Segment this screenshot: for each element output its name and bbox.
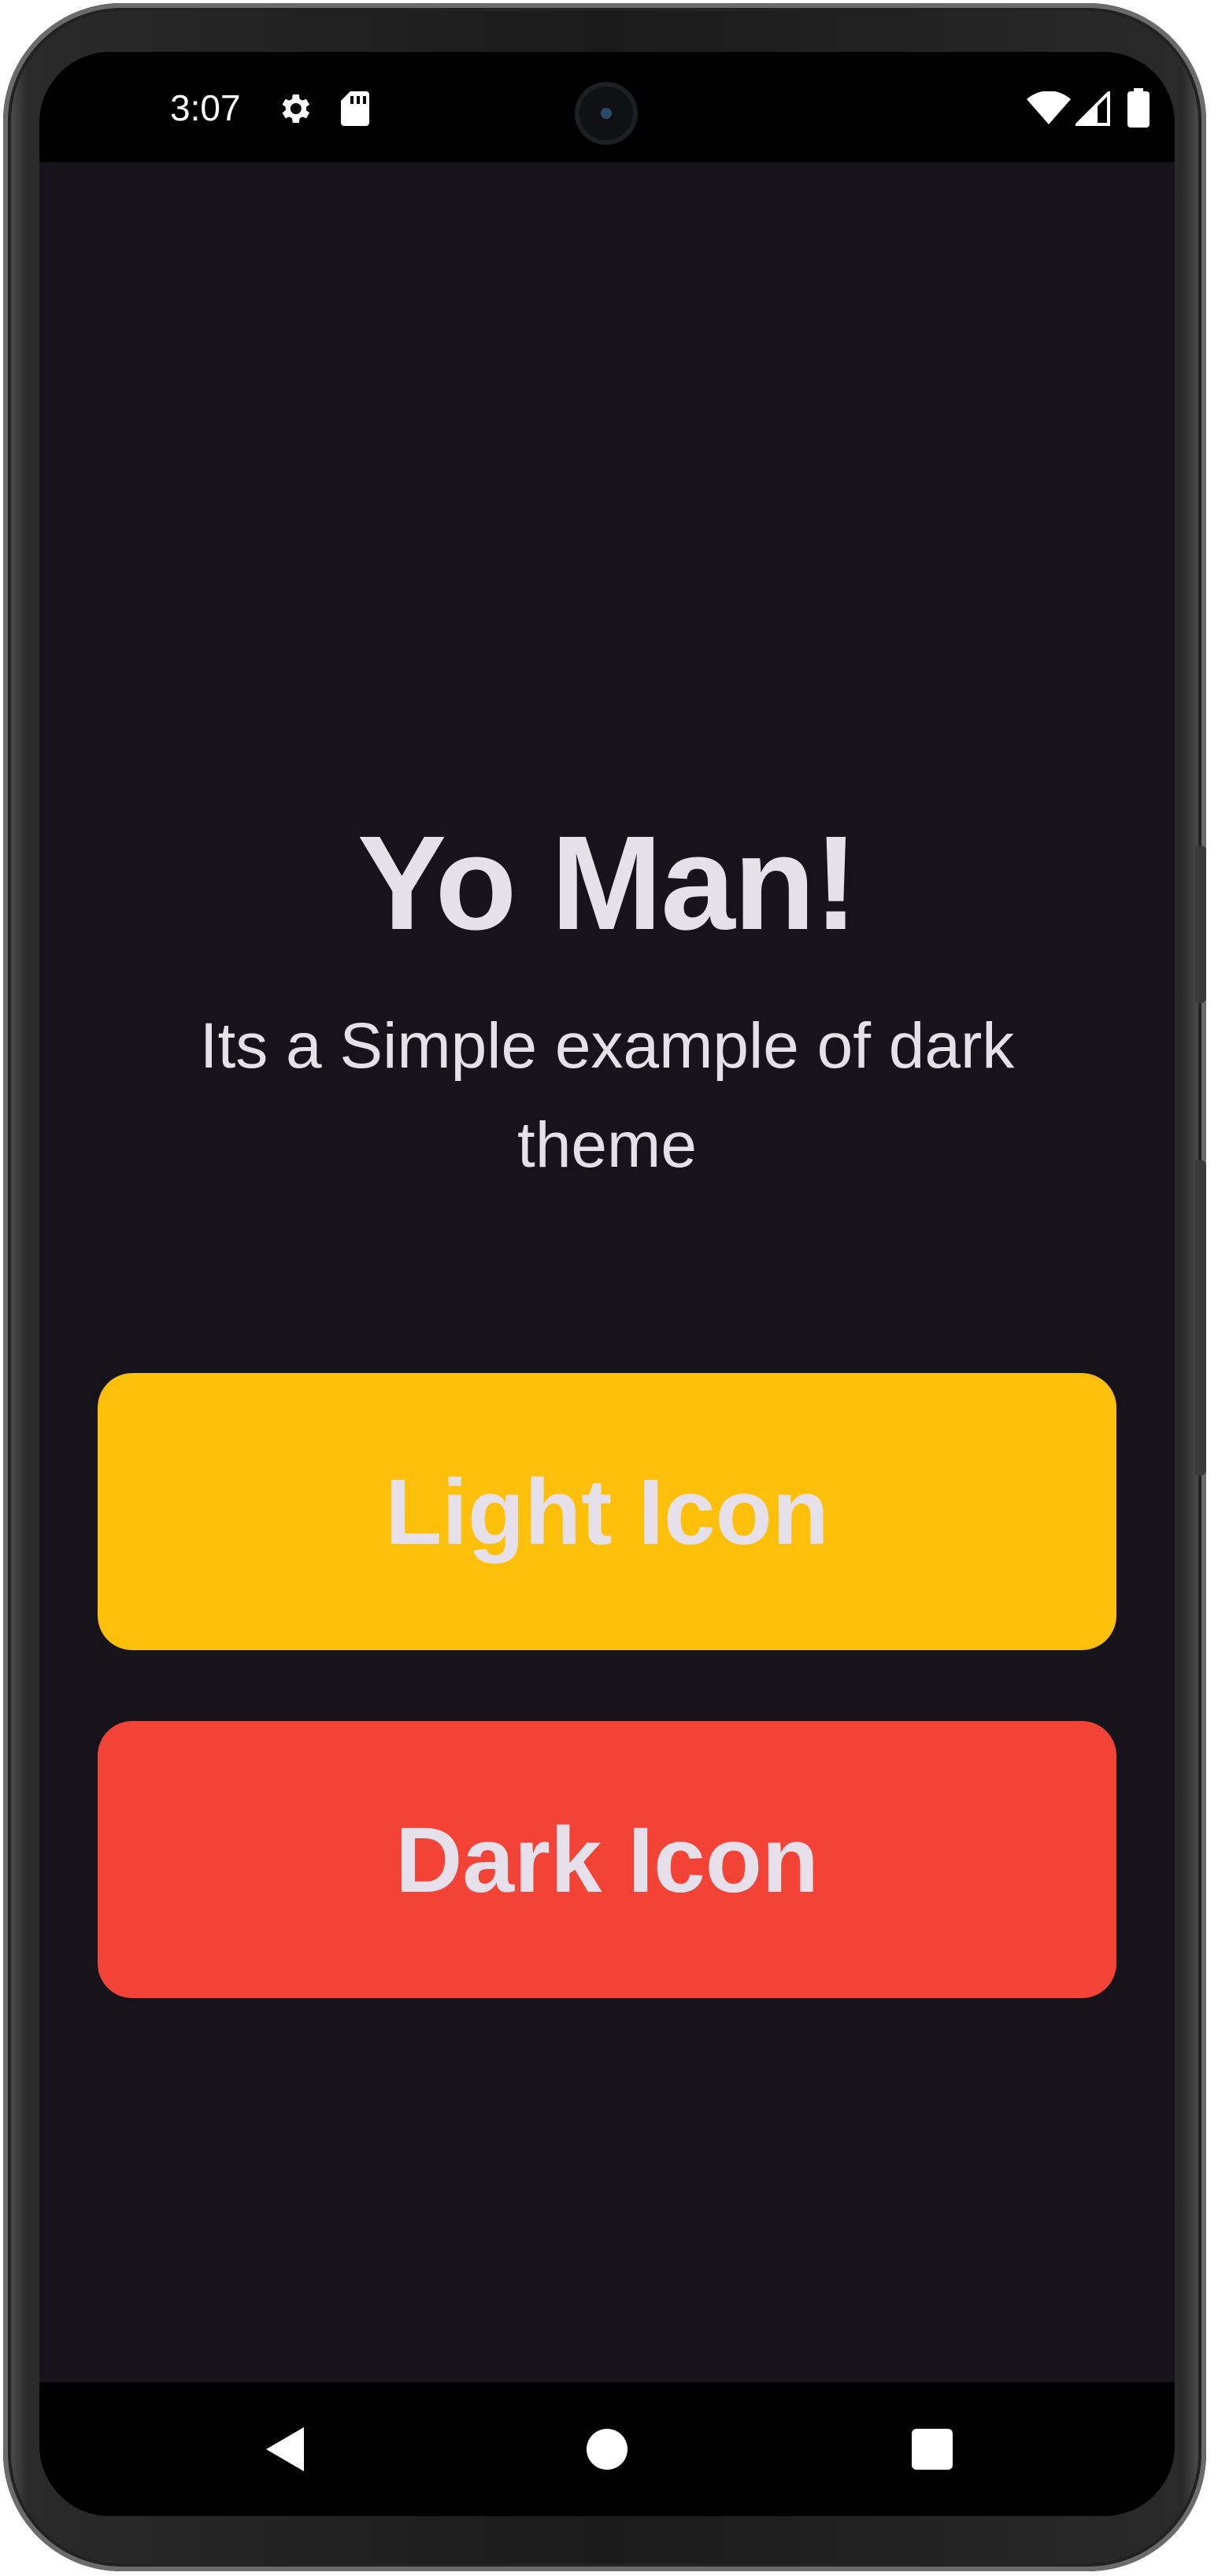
volume-button [1195,846,1206,1003]
wifi-icon [1027,91,1071,130]
navigation-bar [39,2382,1175,2516]
light-icon-button[interactable]: Light Icon [98,1373,1116,1650]
home-icon[interactable] [576,2418,639,2481]
phone-frame: 3:07 Yo Man! Its a Simple example of dar… [3,3,1206,2571]
power-button [1195,1160,1206,1475]
status-clock: 3:07 [170,87,241,128]
signal-icon [1073,89,1110,130]
page-subtitle: Its a Simple example of dark theme [199,1010,1015,1181]
back-icon[interactable] [254,2418,317,2481]
dark-icon-button[interactable]: Dark Icon [98,1721,1116,1998]
phone-screen: 3:07 Yo Man! Its a Simple example of dar… [39,52,1175,2516]
app-content: Yo Man! Its a Simple example of dark the… [39,162,1175,2382]
battery-icon [1127,88,1150,131]
status-bar: 3:07 [39,52,1175,162]
page-title: Yo Man! [357,809,858,958]
recents-icon[interactable] [901,2418,964,2481]
sd-card-icon [337,90,373,131]
front-camera [575,82,638,145]
gear-icon [276,90,313,131]
